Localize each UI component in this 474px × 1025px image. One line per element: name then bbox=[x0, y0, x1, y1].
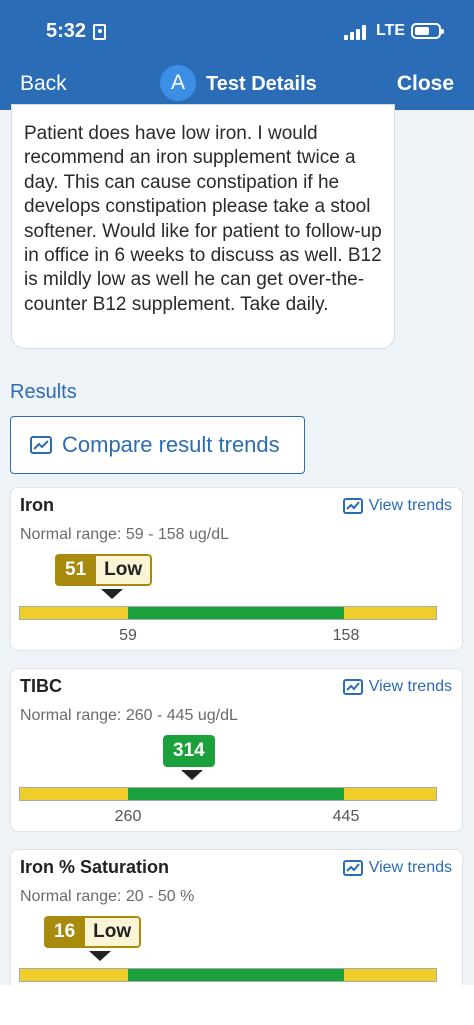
provider-note: Patient does have low iron. I would reco… bbox=[11, 104, 395, 349]
network-label: LTE bbox=[376, 22, 406, 39]
compare-result-trends-button[interactable]: Compare result trends bbox=[10, 416, 305, 474]
trend-chart-icon bbox=[342, 498, 363, 514]
result-name: Iron bbox=[20, 495, 54, 515]
result-card-iron: Iron View trends Normal range: 59 - 158 … bbox=[10, 487, 463, 651]
value-pointer bbox=[89, 951, 111, 961]
status-time: 5:32 bbox=[46, 20, 87, 42]
results-heading: Results bbox=[10, 381, 77, 403]
page-title: Test Details bbox=[206, 73, 317, 95]
view-trends-link[interactable]: View trends bbox=[342, 678, 452, 696]
normal-range: Normal range: 260 - 445 ug/dL bbox=[20, 707, 238, 724]
bottom-safe-area bbox=[0, 985, 474, 1025]
result-value: 16 bbox=[44, 916, 86, 948]
range-bar bbox=[19, 968, 437, 982]
view-trends-label: View trends bbox=[368, 678, 452, 695]
result-card-tibc: TIBC View trends Normal range: 260 - 445… bbox=[10, 668, 463, 832]
view-trends-link[interactable]: View trends bbox=[342, 859, 452, 877]
range-high-tick: 445 bbox=[332, 808, 360, 825]
range-bar bbox=[19, 606, 437, 620]
normal-range: Normal range: 20 - 50 % bbox=[20, 888, 195, 905]
result-value-badge: 51 Low bbox=[55, 554, 153, 586]
result-value: 51 bbox=[55, 554, 97, 586]
provider-note-text: Patient does have low iron. I would reco… bbox=[24, 123, 382, 315]
range-low-tick: 260 bbox=[114, 808, 142, 825]
value-pointer bbox=[181, 770, 203, 780]
value-pointer bbox=[101, 589, 123, 599]
close-button[interactable]: Close bbox=[397, 72, 454, 96]
result-value: 314 bbox=[163, 735, 215, 767]
result-value-badge: 314 bbox=[163, 735, 215, 767]
compare-result-trends-label: Compare result trends bbox=[62, 432, 280, 457]
result-name: TIBC bbox=[20, 676, 62, 696]
result-flag: Low bbox=[85, 916, 142, 948]
battery-icon bbox=[411, 23, 444, 39]
avatar[interactable]: A bbox=[160, 65, 196, 101]
range-high-tick: 158 bbox=[332, 627, 360, 644]
signal-icon bbox=[344, 24, 366, 40]
view-trends-link[interactable]: View trends bbox=[342, 497, 452, 515]
result-name: Iron % Saturation bbox=[20, 857, 170, 877]
back-button[interactable]: Back bbox=[20, 72, 67, 96]
normal-range: Normal range: 59 - 158 ug/dL bbox=[20, 526, 230, 543]
result-value-badge: 16 Low bbox=[44, 916, 142, 948]
range-bar bbox=[19, 787, 437, 801]
view-trends-label: View trends bbox=[368, 859, 452, 876]
result-card-iron-saturation: Iron % Saturation View trends Normal ran… bbox=[10, 849, 463, 999]
trend-chart-icon bbox=[342, 860, 363, 876]
result-flag: Low bbox=[96, 554, 153, 586]
range-low-tick: 59 bbox=[119, 627, 137, 644]
view-trends-label: View trends bbox=[368, 497, 452, 514]
trend-chart-icon bbox=[30, 436, 52, 454]
lock-icon bbox=[93, 24, 106, 40]
app-header: 5:32 LTE Back A Test Details Close bbox=[0, 0, 474, 110]
trend-chart-icon bbox=[342, 679, 363, 695]
